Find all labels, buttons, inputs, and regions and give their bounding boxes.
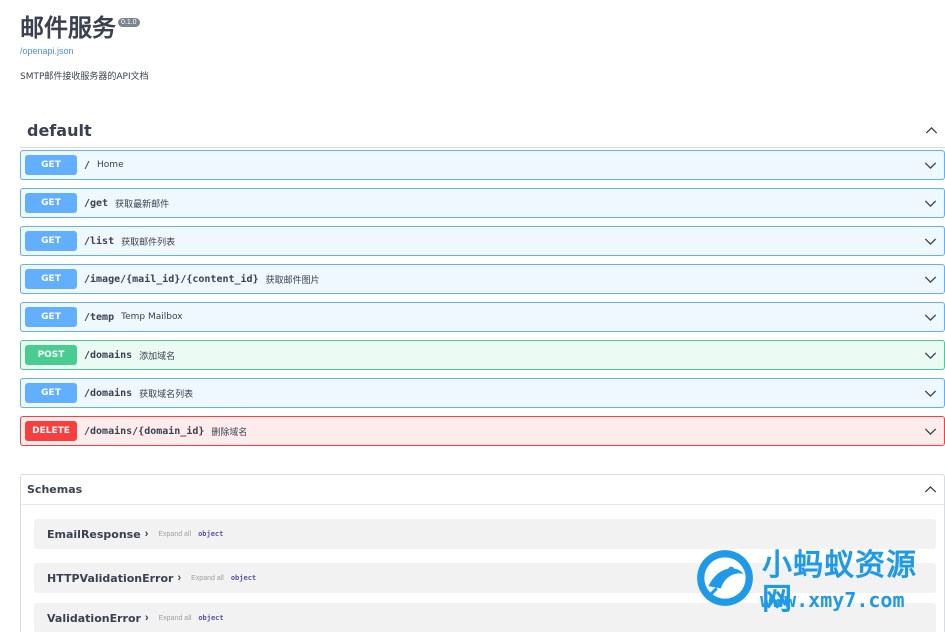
chevron-up-icon[interactable] [917, 121, 945, 141]
chevron-down-icon[interactable] [916, 193, 944, 213]
chevron-down-icon[interactable] [916, 231, 944, 251]
operation-summary: 获取最新邮件 [115, 199, 170, 210]
expand-all-link[interactable]: Expand all [191, 575, 224, 582]
tag-name: default [27, 121, 92, 140]
operation-post-add-domain[interactable]: POST /domains 添加域名 [20, 340, 945, 370]
api-title: 邮件服务 [20, 14, 116, 42]
operation-path: /temp [84, 311, 115, 323]
operation-path: /domains [84, 349, 133, 361]
chevron-right-icon[interactable]: › [145, 528, 149, 540]
operation-get-domain-list[interactable]: GET /domains 获取域名列表 [20, 378, 945, 408]
operation-summary: 获取邮件图片 [265, 275, 320, 286]
model-type: object [230, 574, 257, 582]
model-type: object [198, 530, 224, 538]
operation-summary: Home [97, 160, 124, 170]
model-name: ValidationError [47, 611, 141, 625]
operation-delete-domain[interactable]: DELETE /domains/{domain_id} 删除域名 [20, 416, 945, 446]
method-badge: POST [25, 345, 77, 365]
operation-path: / [84, 159, 91, 171]
operation-path: /list [84, 235, 115, 247]
operation-get-latest-mail[interactable]: GET /get 获取最新邮件 [20, 188, 945, 218]
operation-get-temp-mailbox[interactable]: GET /temp Temp Mailbox [20, 302, 945, 332]
chevron-down-icon[interactable] [916, 155, 944, 175]
operation-summary: Temp Mailbox [121, 312, 183, 322]
chevron-right-icon[interactable]: › [145, 612, 149, 624]
method-badge: GET [25, 383, 77, 403]
method-badge: GET [25, 307, 77, 327]
chevron-down-icon[interactable] [916, 383, 944, 403]
method-badge: GET [25, 155, 77, 175]
operation-get-mail-list[interactable]: GET /list 获取邮件列表 [20, 226, 945, 256]
schemas-title: Schemas [27, 483, 83, 496]
operation-get-mail-image[interactable]: GET /image/{mail_id}/{content_id} 获取邮件图片 [20, 264, 945, 294]
title-row: 邮件服务 0.1.0 [20, 12, 140, 44]
operation-path: /domains [84, 387, 133, 399]
operation-summary: 获取域名列表 [139, 389, 194, 400]
method-badge: GET [25, 193, 77, 213]
tag-header-default[interactable]: default [20, 114, 945, 148]
method-badge: GET [25, 269, 77, 289]
model-name: EmailResponse [47, 527, 141, 541]
chevron-down-icon[interactable] [916, 307, 944, 327]
openapi-json-link[interactable]: /openapi.json [20, 46, 140, 56]
expand-all-link[interactable]: Expand all [159, 615, 192, 622]
operation-path: /domains/{domain_id} [84, 425, 205, 437]
method-badge: GET [25, 231, 77, 251]
chevron-up-icon[interactable] [916, 480, 944, 500]
operation-summary: 删除域名 [211, 427, 248, 438]
expand-all-link[interactable]: Expand all [158, 531, 191, 538]
version-badge: 0.1.0 [118, 18, 140, 27]
watermark: 小蚂蚁资源网 www.xmy7.com [690, 545, 945, 617]
model-type: object [198, 614, 224, 622]
schemas-header[interactable]: Schemas [21, 475, 944, 505]
api-description: SMTP邮件接收服务器的API文档 [20, 72, 149, 82]
chevron-down-icon[interactable] [916, 421, 944, 441]
chevron-down-icon[interactable] [916, 269, 944, 289]
operation-path: /get [84, 197, 109, 209]
chevron-down-icon[interactable] [916, 345, 944, 365]
operation-summary: 获取邮件列表 [121, 237, 176, 248]
model-name: HTTPValidationError [47, 571, 174, 585]
method-badge: DELETE [25, 421, 77, 441]
ant-logo-icon [697, 550, 753, 606]
operation-path: /image/{mail_id}/{content_id} [84, 273, 259, 285]
operation-get-home[interactable]: GET / Home [20, 150, 945, 180]
api-info: 邮件服务 0.1.0 /openapi.json [20, 12, 140, 56]
chevron-right-icon[interactable]: › [177, 572, 181, 584]
operations-list: GET / Home GET /get 获取最新邮件 GET /list 获取邮… [20, 150, 945, 454]
watermark-url: www.xmy7.com [760, 588, 905, 612]
operation-summary: 添加域名 [139, 351, 176, 362]
